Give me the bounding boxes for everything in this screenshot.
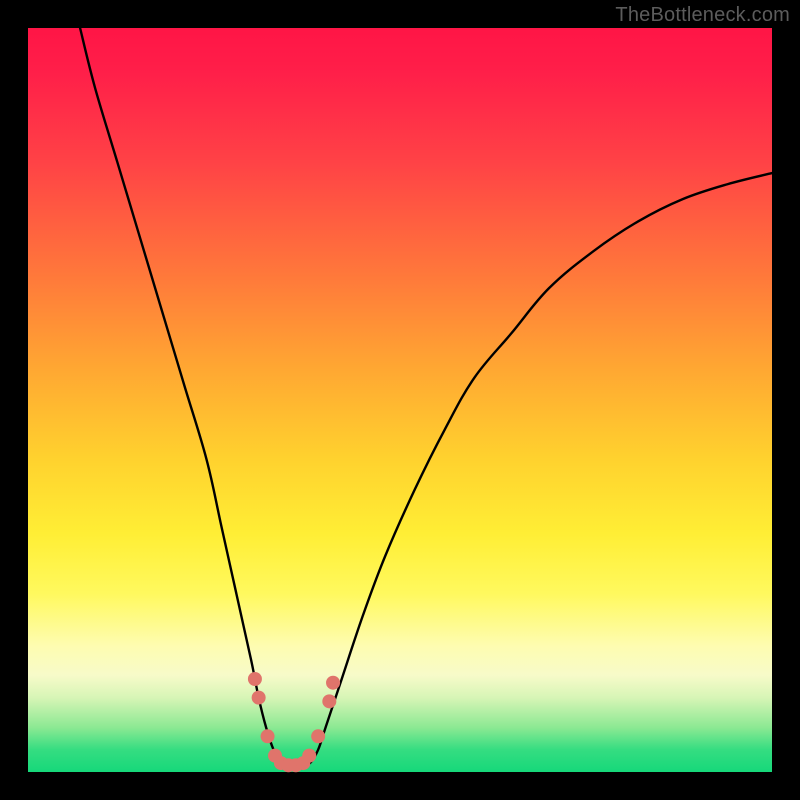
- plot-area: [28, 28, 772, 772]
- highlight-dot: [326, 676, 340, 690]
- bottleneck-curve: [80, 28, 772, 767]
- highlight-dot: [322, 694, 336, 708]
- highlight-dot: [302, 749, 316, 763]
- highlight-dot: [248, 672, 262, 686]
- highlight-dot: [311, 729, 325, 743]
- chart-frame: TheBottleneck.com: [0, 0, 800, 800]
- watermark-text: TheBottleneck.com: [615, 4, 790, 27]
- curve-layer: [28, 28, 772, 772]
- highlight-dot: [252, 691, 266, 705]
- highlight-dot: [261, 729, 275, 743]
